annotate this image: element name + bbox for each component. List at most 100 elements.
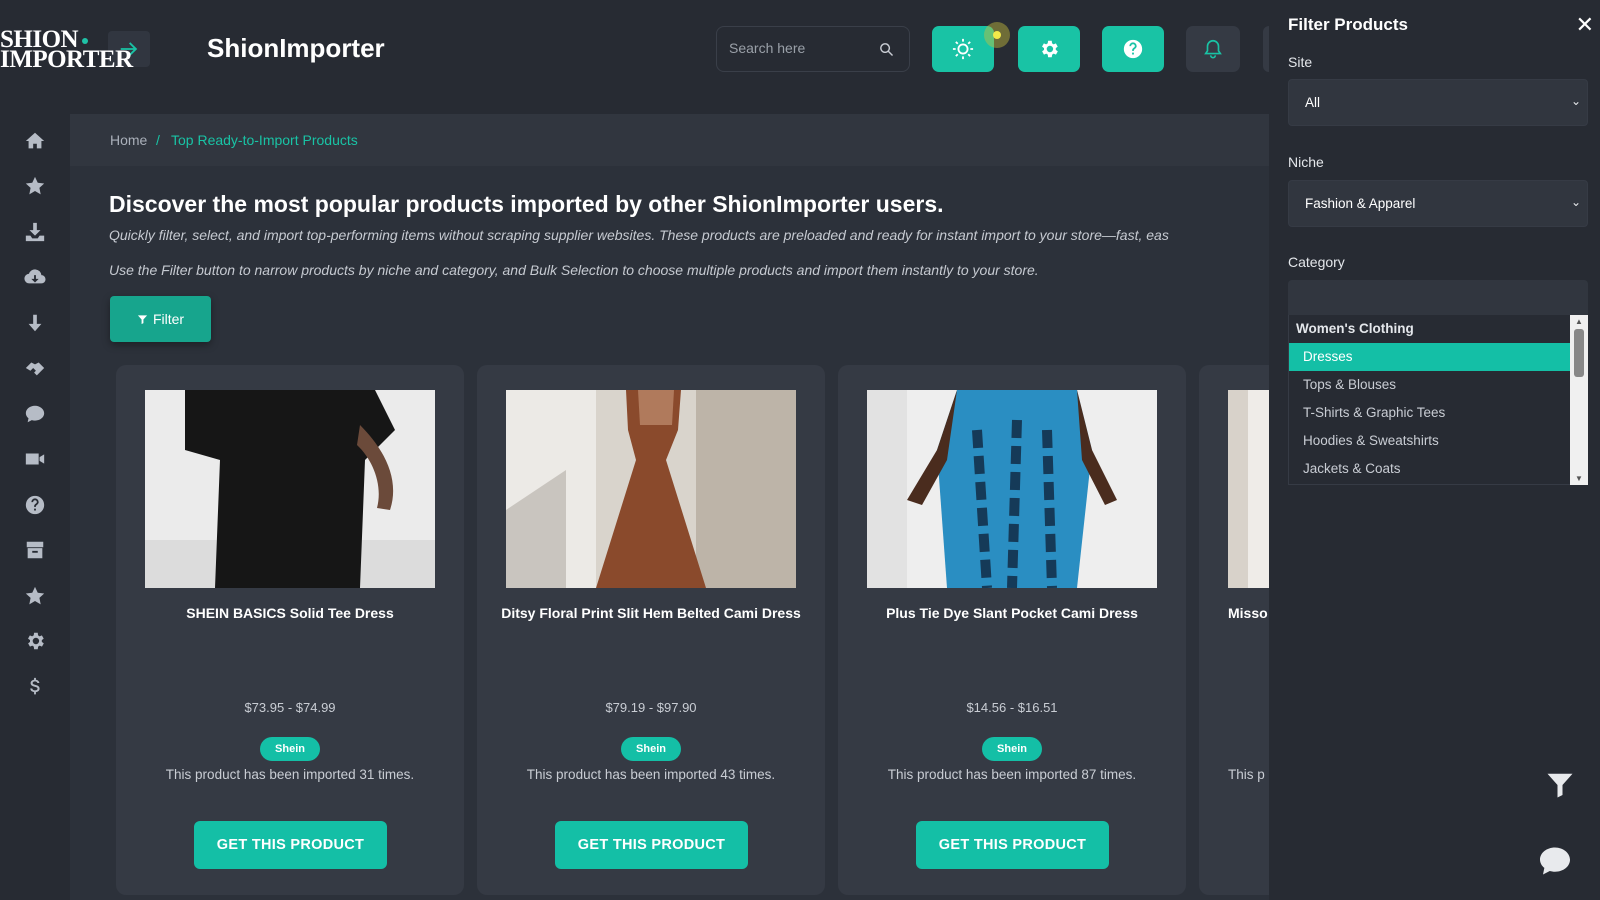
- product-grid: SHEIN BASICS Solid Tee Dress $73.95 - $7…: [70, 360, 1270, 900]
- product-image[interactable]: [867, 390, 1157, 588]
- filter-button-label: Filter: [152, 311, 185, 327]
- source-badge: Shein: [982, 737, 1042, 761]
- product-card: Misso This p: [1199, 365, 1270, 895]
- notifications-button[interactable]: [1186, 26, 1240, 72]
- sidebar-item-billing[interactable]: [0, 664, 70, 710]
- breadcrumb-separator: /: [156, 132, 160, 148]
- site-select-value: All: [1305, 95, 1321, 110]
- floating-filter-button[interactable]: [1543, 770, 1577, 805]
- filter-button[interactable]: Filter: [110, 296, 211, 342]
- category-option-tops-blouses[interactable]: Tops & Blouses: [1289, 371, 1570, 399]
- chevron-down-icon: ⌄: [1570, 195, 1581, 209]
- handshake-icon: [25, 362, 45, 376]
- product-name: SHEIN BASICS Solid Tee Dress: [186, 605, 394, 621]
- product-price: $14.56 - $16.51: [966, 700, 1058, 715]
- dollar-icon: [30, 677, 40, 695]
- chat-icon: [1540, 847, 1570, 875]
- sidebar-item-settings[interactable]: [0, 619, 70, 665]
- site-label: Site: [1288, 54, 1313, 70]
- cloud-download-icon: [24, 269, 46, 284]
- category-option-tshirts[interactable]: T-Shirts & Graphic Tees: [1289, 399, 1570, 427]
- star-icon: [25, 177, 45, 195]
- status-indicator: [984, 22, 1010, 48]
- source-badge: Shein: [260, 737, 320, 761]
- gear-icon: [28, 633, 44, 650]
- search-icon[interactable]: [878, 41, 895, 58]
- get-product-button[interactable]: GET THIS PRODUCT: [194, 821, 387, 869]
- chat-icon: [25, 405, 45, 422]
- product-image[interactable]: [1228, 390, 1270, 588]
- category-group-header: Women's Clothing: [1296, 321, 1414, 336]
- sidebar-nav: [0, 118, 70, 710]
- sidebar-item-help[interactable]: [0, 482, 70, 528]
- import-count: This product has been imported 87 times.: [887, 767, 1137, 782]
- page-description-2: Use the Filter button to narrow products…: [109, 262, 1039, 278]
- filter-panel: Filter Products ✕ Site All ⌄ Niche Fashi…: [1269, 0, 1600, 900]
- logo-dot: [82, 38, 89, 45]
- get-product-button[interactable]: GET THIS PRODUCT: [916, 821, 1109, 869]
- category-list[interactable]: Women's Clothing Dresses Tops & Blouses …: [1288, 315, 1570, 485]
- logo-line2: IMPORTER: [0, 46, 133, 73]
- scrollbar-thumb[interactable]: [1574, 329, 1584, 377]
- category-label: Category: [1288, 254, 1345, 270]
- niche-select-value: Fashion & Apparel: [1305, 196, 1416, 211]
- help-button[interactable]: [1102, 26, 1164, 72]
- import-count: This product has been imported 43 times.: [526, 767, 776, 782]
- product-image[interactable]: [506, 390, 796, 588]
- floating-chat-button[interactable]: [1535, 843, 1575, 884]
- gear-icon: [1042, 40, 1058, 58]
- app-title: ShionImporter: [207, 33, 385, 63]
- brand-logo[interactable]: SHION IMPORTER: [0, 27, 133, 73]
- scroll-up-arrow-icon[interactable]: ▲: [1575, 317, 1583, 326]
- sidebar: [0, 0, 70, 900]
- sidebar-item-store[interactable]: [0, 528, 70, 574]
- sidebar-item-deals[interactable]: [0, 346, 70, 392]
- scroll-down-arrow-icon[interactable]: ▼: [1575, 474, 1583, 483]
- product-card: Ditsy Floral Print Slit Hem Belted Cami …: [477, 365, 825, 895]
- sidebar-item-top[interactable]: [0, 573, 70, 619]
- product-price: $73.95 - $74.99: [244, 700, 336, 715]
- settings-button[interactable]: [1018, 26, 1080, 72]
- category-option-jackets[interactable]: Jackets & Coats: [1289, 455, 1570, 483]
- import-count: This product has been imported 31 times.: [165, 767, 415, 782]
- download-tray-icon: [25, 222, 45, 241]
- video-camera-icon: [25, 453, 45, 465]
- page-description-1: Quickly filter, select, and import top-p…: [109, 227, 1169, 243]
- home-icon: [25, 132, 45, 149]
- sidebar-item-cloud[interactable]: [0, 255, 70, 301]
- category-search-input[interactable]: [1288, 280, 1588, 315]
- chevron-down-icon: ⌄: [1570, 94, 1581, 108]
- sidebar-item-downloads[interactable]: [0, 300, 70, 346]
- search-box[interactable]: [716, 26, 910, 72]
- sidebar-item-chat[interactable]: [0, 391, 70, 437]
- question-circle-icon: [25, 495, 45, 514]
- archive-box-icon: [26, 542, 44, 559]
- bell-icon: [1204, 39, 1222, 59]
- sidebar-item-import[interactable]: [0, 209, 70, 255]
- source-badge: Shein: [621, 737, 681, 761]
- arrow-down-icon: [28, 314, 42, 331]
- category-option-dresses[interactable]: Dresses: [1289, 343, 1570, 371]
- get-product-button[interactable]: GET THIS PRODUCT: [555, 821, 748, 869]
- sidebar-item-home[interactable]: [0, 118, 70, 164]
- product-image[interactable]: [145, 390, 435, 588]
- sidebar-item-favorites[interactable]: [0, 164, 70, 210]
- category-option-hoodies[interactable]: Hoodies & Sweatshirts: [1289, 427, 1570, 455]
- breadcrumb-home-link[interactable]: Home: [110, 132, 147, 148]
- product-name: Misso: [1228, 605, 1268, 621]
- page-heading: Discover the most popular products impor…: [109, 191, 944, 217]
- site-select[interactable]: All ⌄: [1288, 79, 1588, 126]
- search-input[interactable]: [729, 40, 869, 56]
- niche-select[interactable]: Fashion & Apparel ⌄: [1288, 180, 1588, 227]
- sidebar-item-video[interactable]: [0, 437, 70, 483]
- close-icon[interactable]: ✕: [1576, 12, 1594, 38]
- breadcrumb: Home / Top Ready-to-Import Products: [70, 114, 1270, 166]
- filter-panel-title: Filter Products: [1288, 15, 1408, 34]
- breadcrumb-current: Top Ready-to-Import Products: [171, 132, 358, 148]
- category-scrollbar[interactable]: ▲ ▼: [1570, 315, 1588, 485]
- sun-icon: [952, 38, 974, 60]
- niche-label: Niche: [1288, 154, 1324, 170]
- product-name: Ditsy Floral Print Slit Hem Belted Cami …: [501, 605, 801, 621]
- question-circle-icon: [1123, 39, 1143, 59]
- funnel-icon: [1547, 773, 1573, 798]
